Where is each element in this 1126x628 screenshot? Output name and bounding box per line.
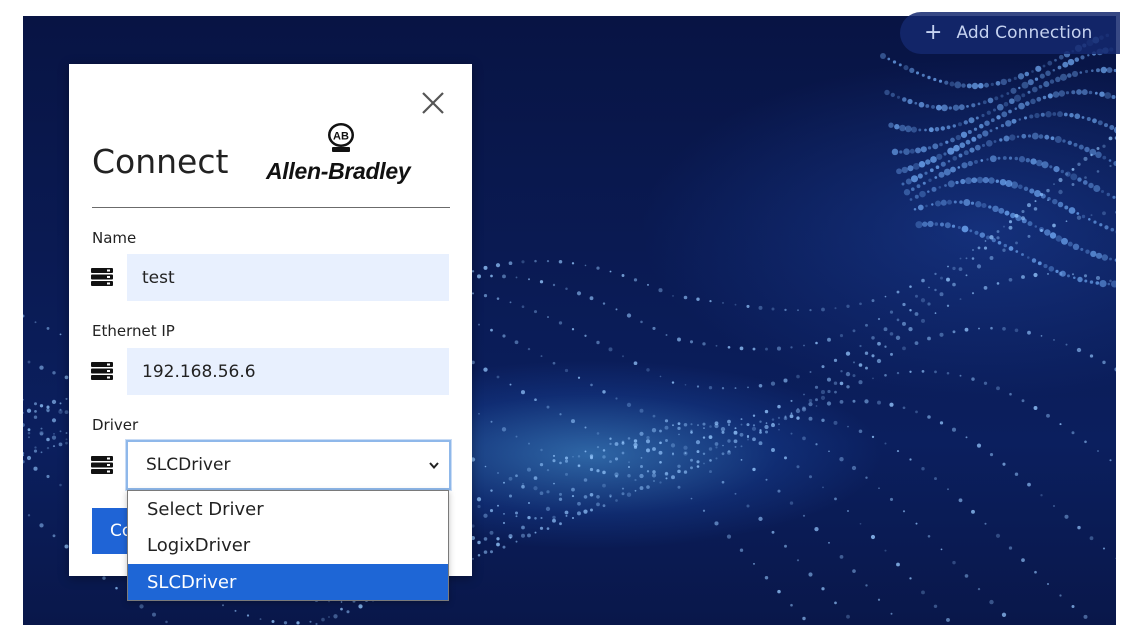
name-field[interactable]: test: [127, 254, 449, 301]
ethernet-ip-label: Ethernet IP: [92, 322, 175, 340]
driver-label: Driver: [92, 416, 139, 434]
server-icon: [91, 456, 113, 474]
svg-text:AB: AB: [333, 131, 349, 143]
brand-name: Allen-Bradley: [266, 158, 411, 184]
driver-option-selected[interactable]: SLCDriver: [128, 564, 448, 600]
driver-select[interactable]: SLCDriver: [125, 439, 452, 491]
server-icon: [91, 362, 113, 380]
add-connection-button[interactable]: + Add Connection: [900, 12, 1120, 54]
chevron-down-icon: [429, 462, 439, 470]
server-icon: [91, 268, 113, 286]
ab-logo-icon: AB: [328, 123, 354, 152]
driver-dropdown-list: Select Driver LogixDriver SLCDriver: [127, 490, 449, 601]
title-divider: [92, 207, 450, 208]
allen-bradley-logo: AB Allen-Bradley: [264, 122, 424, 186]
driver-select-value: SLCDriver: [146, 455, 231, 475]
dialog-title: Connect: [92, 142, 229, 181]
driver-option[interactable]: LogixDriver: [128, 527, 448, 563]
driver-option[interactable]: Select Driver: [128, 491, 448, 527]
name-label: Name: [92, 229, 137, 247]
ethernet-ip-field[interactable]: 192.168.56.6: [127, 348, 449, 395]
add-connection-label: Add Connection: [956, 23, 1093, 43]
plus-icon: +: [924, 20, 943, 45]
close-icon[interactable]: [420, 90, 446, 116]
